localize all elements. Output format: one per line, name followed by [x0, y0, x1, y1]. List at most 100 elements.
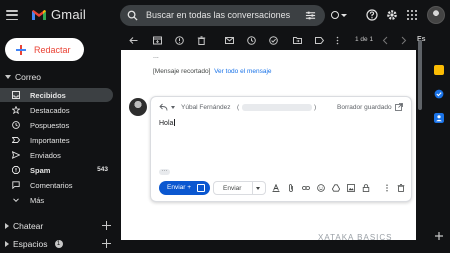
inbox-icon [12, 91, 20, 99]
help-icon[interactable] [366, 9, 378, 21]
google-drive-icon[interactable] [332, 184, 340, 192]
more-options-vert-icon[interactable] [383, 184, 391, 192]
sidebar-item-comments[interactable]: Comentarios [0, 178, 113, 192]
reply-body-text: Hola [159, 120, 174, 127]
compose-label: Redactar [34, 44, 71, 55]
confidential-mode-icon[interactable] [362, 184, 370, 192]
send-options-dropdown-icon[interactable] [256, 187, 260, 190]
schedule-icon [197, 184, 205, 192]
google-contacts-icon[interactable] [434, 113, 444, 123]
send-and-schedule-button[interactable]: Enviar + [159, 181, 210, 195]
formatting-options-icon[interactable] [272, 184, 280, 192]
move-to-folder-icon[interactable] [293, 36, 302, 45]
google-tasks-icon[interactable] [434, 89, 444, 99]
sidebar-item-important[interactable]: Importantes [0, 133, 113, 147]
top-bar: Gmail Buscar en todas las conversaciones [0, 0, 450, 31]
search-icon[interactable] [127, 10, 138, 21]
section-spaces-header[interactable]: Espacios 1 [5, 239, 63, 249]
snooze-clock-icon[interactable] [247, 36, 256, 45]
status-circle-icon [331, 11, 339, 19]
app-name: Gmail [51, 7, 86, 22]
add-addon-plus-icon[interactable] [434, 231, 444, 241]
search-input[interactable]: Buscar en todas las conversaciones [120, 5, 325, 26]
compose-plus-icon [16, 44, 26, 55]
send-label: Enviar [223, 185, 242, 192]
account-avatar[interactable] [427, 6, 445, 24]
clock-icon [12, 121, 20, 129]
dropdown-arrow-icon [341, 13, 347, 17]
draft-saved-status: Borrador guardado [337, 104, 392, 111]
sidebar-item-label: Enviados [30, 151, 61, 160]
apps-grid-icon[interactable] [406, 9, 418, 21]
insert-photo-icon[interactable] [347, 184, 355, 192]
attach-file-icon[interactable] [287, 184, 295, 192]
recipient-name[interactable]: Yúbal Fernández [181, 104, 231, 111]
sidebar-item-more[interactable]: Más [0, 193, 113, 207]
send-button[interactable]: Enviar [213, 181, 266, 195]
older-chevron-right-icon[interactable] [399, 36, 408, 45]
sidebar-item-spam[interactable]: Spam 543 [0, 163, 113, 177]
section-chat-header[interactable]: Chatear [5, 221, 43, 231]
sidebar-item-label: Importantes [30, 136, 70, 145]
section-mail-header[interactable]: Correo [5, 72, 41, 82]
quoted-ellipsis[interactable]: ... [153, 53, 159, 60]
sidebar-item-label: Spam [30, 166, 51, 175]
gmail-app: Gmail Buscar en todas las conversaciones [0, 0, 450, 253]
insert-link-icon[interactable] [302, 184, 310, 192]
pagination-text: 1 de 1 [355, 36, 374, 43]
discard-draft-trash-icon[interactable] [397, 184, 405, 192]
sidebar-item-starred[interactable]: Destacados [0, 103, 113, 117]
send-schedule-label: Enviar + [167, 184, 192, 191]
recipient-email-open-paren: ( [237, 104, 240, 111]
section-chat-label: Chatear [13, 221, 44, 231]
archive-icon[interactable] [153, 36, 162, 45]
view-entire-message-link[interactable]: Ver todo el mensaje [214, 68, 271, 75]
reply-header: Yúbal Fernández ( ) Borrador guardado [159, 103, 407, 113]
recipient-email-redacted [242, 104, 312, 111]
main-menu-icon[interactable] [6, 9, 18, 21]
add-space-button[interactable] [102, 239, 111, 248]
reply-compose-box: Yúbal Fernández ( ) Borrador guardado Ho… [150, 96, 412, 202]
sidebar-item-label: Pospuestos [30, 121, 70, 130]
sidebar-item-label: Destacados [30, 106, 70, 115]
insert-emoji-icon[interactable] [317, 184, 325, 192]
more-vert-icon[interactable] [333, 36, 342, 45]
show-trimmed-content-button[interactable]: ··· [159, 168, 170, 175]
google-keep-icon[interactable] [434, 65, 444, 75]
recipient-email-close-paren: ) [314, 104, 317, 111]
delete-trash-icon[interactable] [197, 36, 206, 45]
add-chat-button[interactable] [102, 221, 111, 230]
side-panel-rail [428, 31, 450, 253]
reply-arrow-icon[interactable] [159, 103, 168, 112]
reply-type-dropdown-icon[interactable] [171, 106, 175, 109]
compose-button[interactable]: Redactar [5, 38, 84, 61]
settings-gear-icon[interactable] [386, 9, 398, 21]
chevron-down-icon [13, 198, 19, 203]
caret-down-icon [5, 75, 11, 79]
reply-body-editor[interactable]: Hola [159, 119, 176, 127]
gmail-m-icon [32, 9, 46, 20]
sidebar-item-snoozed[interactable]: Pospuestos [0, 118, 113, 132]
mark-unread-icon[interactable] [225, 36, 234, 45]
search-options-icon[interactable] [305, 10, 316, 21]
message-scrollbar[interactable] [418, 40, 422, 110]
status-selector[interactable] [331, 8, 355, 22]
label-icon[interactable] [315, 36, 324, 45]
gmail-logo[interactable]: Gmail [31, 7, 86, 22]
newer-chevron-left-icon[interactable] [381, 36, 390, 45]
label-important-icon [12, 137, 20, 143]
sidebar-item-inbox[interactable]: Recibidos [0, 88, 113, 102]
add-task-icon[interactable] [269, 36, 278, 45]
message-view: ... [Mensaje recortado] Ver todo el mens… [121, 50, 416, 240]
back-arrow-icon[interactable] [129, 36, 138, 45]
sidebar-item-sent[interactable]: Enviados [0, 148, 113, 162]
caret-right-icon [5, 241, 9, 247]
section-spaces-label: Espacios [13, 239, 48, 249]
pop-out-icon[interactable] [395, 103, 403, 111]
send-divider [252, 182, 253, 194]
spam-count: 543 [97, 166, 108, 173]
sidebar-item-label: Más [30, 196, 45, 205]
comment-icon [12, 181, 20, 189]
trimmed-label: [Mensaje recortado] [153, 68, 211, 75]
report-spam-icon[interactable] [175, 36, 184, 45]
